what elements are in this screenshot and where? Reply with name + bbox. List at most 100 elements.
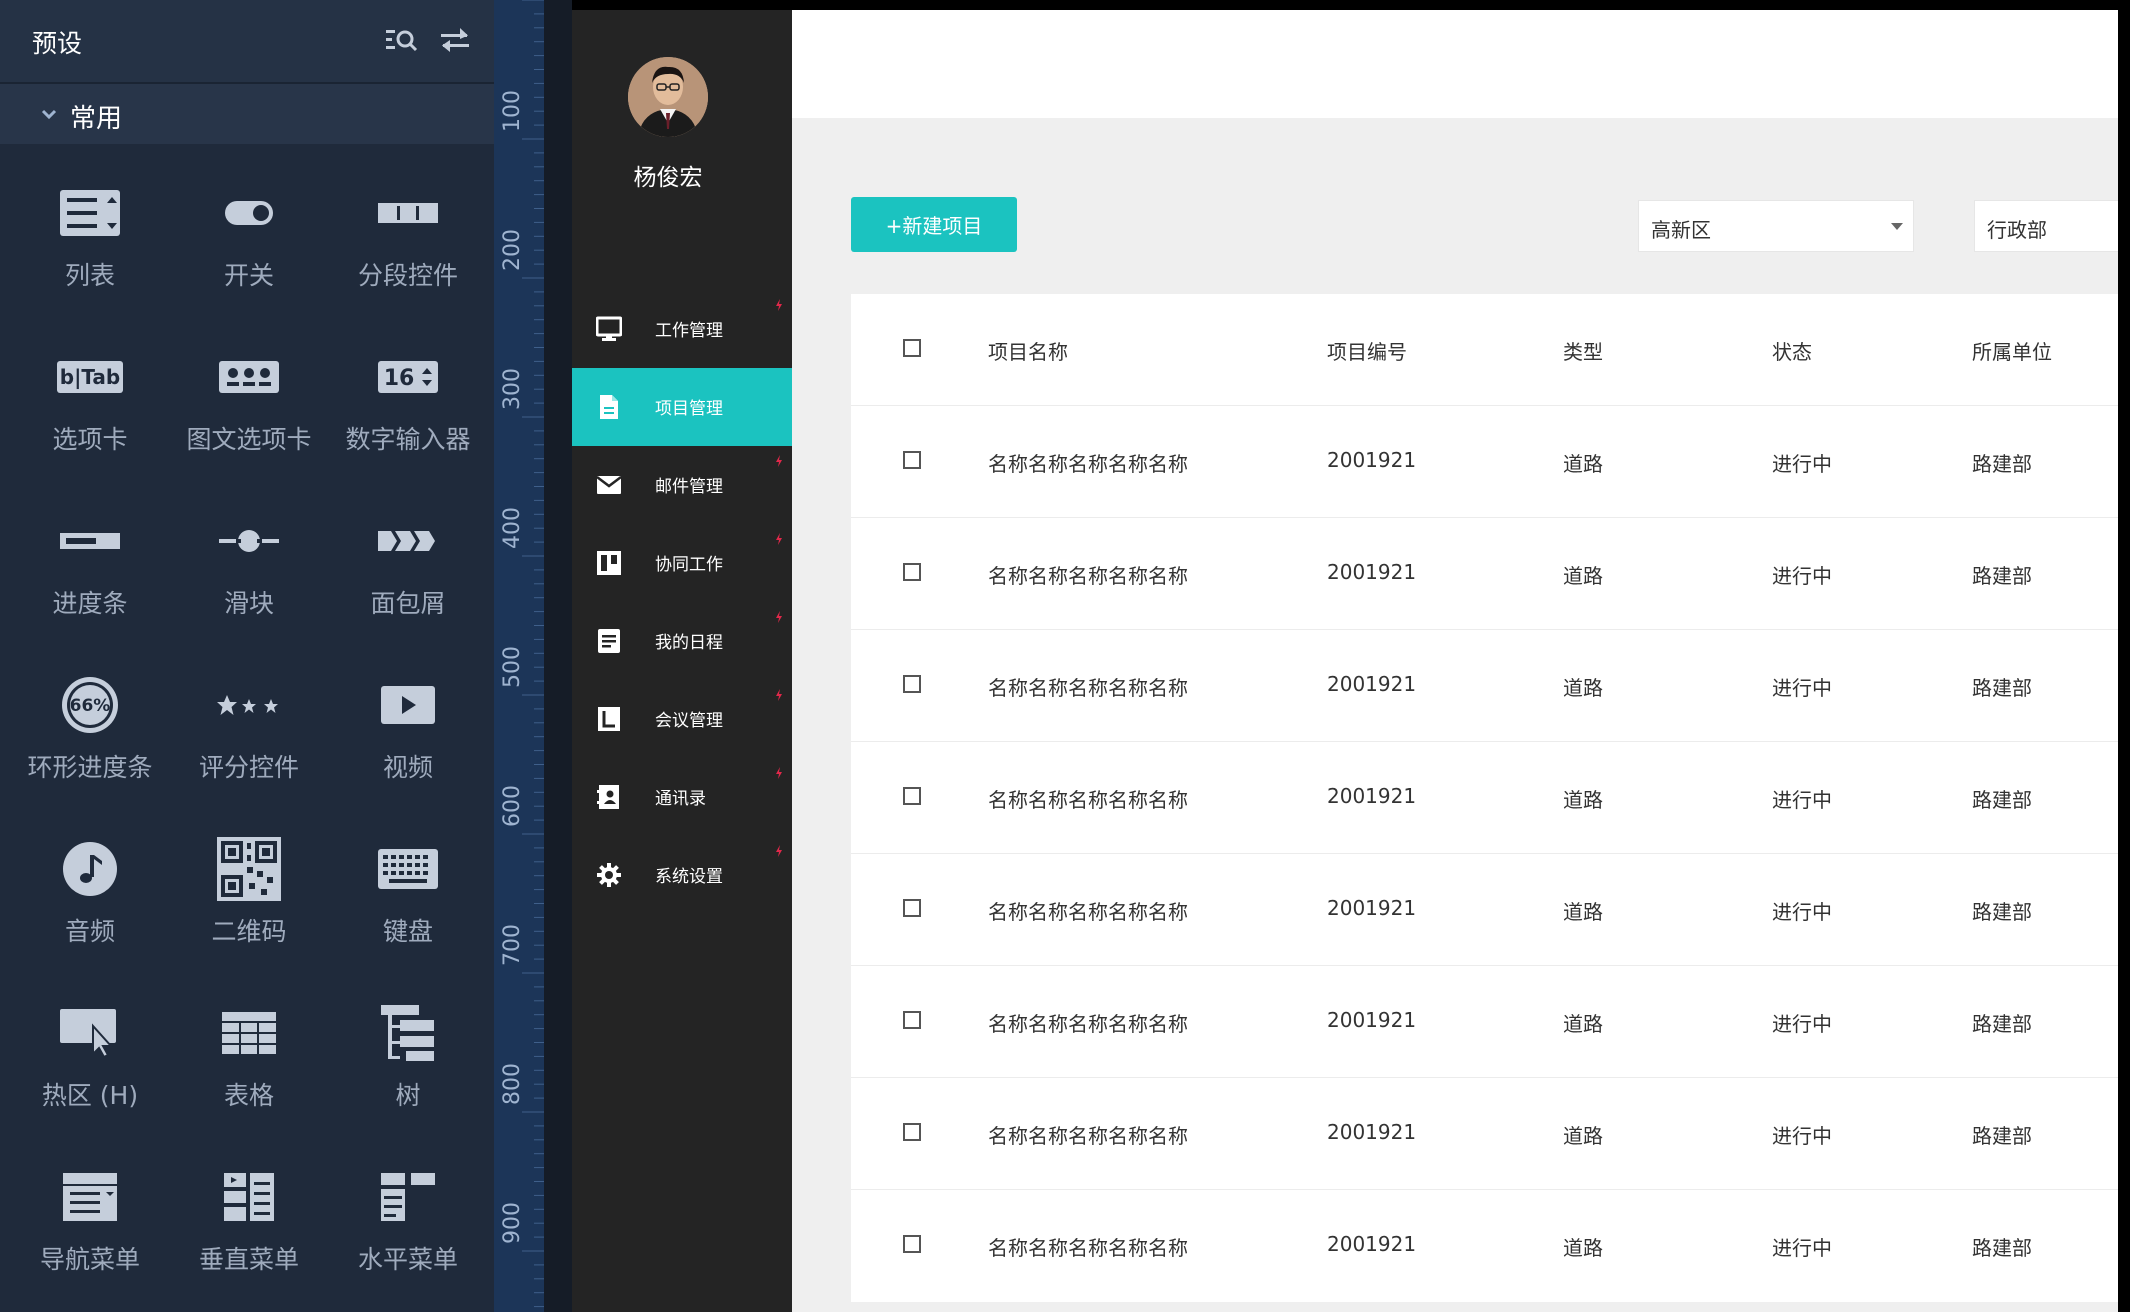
department-select[interactable]: 行政部: [1974, 200, 2118, 252]
widget-hotspot[interactable]: 热区 (H): [10, 980, 170, 1130]
widget-label: 键盘: [382, 917, 433, 946]
district-select[interactable]: 高新区: [1638, 200, 1914, 252]
widget-ring-progress[interactable]: 66% 环形进度条: [10, 652, 170, 802]
table-row[interactable]: 名称名称名称名称名称 2001921 道路 进行中 路建部: [851, 742, 2118, 854]
cell-code: 2001921: [1327, 1008, 1417, 1032]
sidebar-item-label: 系统设置: [655, 867, 723, 887]
group-header[interactable]: 常用: [0, 84, 494, 144]
widget-breadcrumb[interactable]: 面包屑: [328, 488, 488, 638]
widget-keyboard[interactable]: 键盘: [328, 816, 488, 966]
row-checkbox[interactable]: [903, 1235, 921, 1253]
ruler-label: 400: [500, 507, 525, 549]
preset-title: 预设: [32, 29, 83, 58]
cell-unit: 路建部: [1972, 1124, 2032, 1148]
number-input-icon: 16: [368, 342, 448, 412]
widget-segmented[interactable]: 分段控件: [328, 160, 488, 310]
table-row[interactable]: 名称名称名称名称名称 2001921 道路 进行中 路建部: [851, 630, 2118, 742]
widget-vertical-menu[interactable]: 垂直菜单: [169, 1144, 329, 1294]
cell-status: 进行中: [1772, 452, 1832, 476]
widget-table[interactable]: 表格: [169, 980, 329, 1130]
widget-label: 面包屑: [370, 589, 446, 618]
cell-name: 名称名称名称名称名称: [988, 788, 1188, 812]
row-checkbox[interactable]: [903, 675, 921, 693]
table-row[interactable]: 名称名称名称名称名称 2001921 道路 进行中 路建部: [851, 406, 2118, 518]
row-checkbox[interactable]: [903, 563, 921, 581]
new-project-button[interactable]: +新建项目: [851, 197, 1017, 252]
select-all-checkbox[interactable]: [903, 339, 921, 357]
sidebar-item-settings[interactable]: 系统设置: [572, 836, 792, 914]
widget-video[interactable]: 视频: [328, 652, 488, 802]
row-checkbox[interactable]: [903, 787, 921, 805]
hotspot-icon: [50, 998, 130, 1068]
mail-icon: [596, 472, 622, 498]
widget-label: 树: [395, 1081, 421, 1110]
search-list-icon[interactable]: [385, 26, 419, 56]
sidebar-item-schedule[interactable]: 我的日程: [572, 602, 792, 680]
table-row[interactable]: 名称名称名称名称名称 2001921 道路 进行中 路建部: [851, 1190, 2118, 1302]
gear-icon: [596, 862, 622, 888]
widget-tree[interactable]: 树: [328, 980, 488, 1130]
widget-progress-bar[interactable]: 进度条: [10, 488, 170, 638]
row-checkbox[interactable]: [903, 1123, 921, 1141]
group-title: 常用: [70, 104, 123, 134]
widget-nav-menu[interactable]: 导航菜单: [10, 1144, 170, 1294]
sidebar-item-meeting[interactable]: 会议管理: [572, 680, 792, 758]
widget-tab[interactable]: b|Tab 选项卡: [10, 324, 170, 474]
sidebar-item-label: 通讯录: [655, 789, 706, 809]
widget-list[interactable]: 列表: [10, 160, 170, 310]
preset-header: 预设: [0, 0, 494, 84]
widget-qrcode[interactable]: 二维码: [169, 816, 329, 966]
table-row[interactable]: 名称名称名称名称名称 2001921 道路 进行中 路建部: [851, 854, 2118, 966]
cell-unit: 路建部: [1972, 900, 2032, 924]
swap-icon[interactable]: [438, 26, 472, 56]
meeting-icon: [596, 706, 622, 732]
ruler-label: 800: [500, 1063, 525, 1105]
cell-status: 进行中: [1772, 1012, 1832, 1036]
sidebar-item-work[interactable]: 工作管理: [572, 290, 792, 368]
column-header: 所属单位: [1972, 340, 2052, 364]
ruler-label: 100: [500, 90, 525, 132]
ruler-gutter: [544, 0, 572, 1312]
row-checkbox[interactable]: [903, 451, 921, 469]
department-select-value: 行政部: [1987, 218, 2047, 242]
preset-panel: 预设 常用 列表 开关 分段控件 b|Tab 选项卡 图文选项卡 16 数字输入…: [0, 0, 494, 1312]
widget-horizontal-menu[interactable]: 水平菜单: [328, 1144, 488, 1294]
sidebar-item-mail[interactable]: 邮件管理: [572, 446, 792, 524]
widget-audio[interactable]: 音频: [10, 816, 170, 966]
table-header-row: 项目名称 项目编号 类型 状态 所属单位: [851, 294, 2118, 406]
widget-number-input[interactable]: 16 数字输入器: [328, 324, 488, 474]
cell-code: 2001921: [1327, 1232, 1417, 1256]
column-header: 项目名称: [988, 340, 1068, 364]
sidebar-item-contacts[interactable]: 通讯录: [572, 758, 792, 836]
row-checkbox[interactable]: [903, 1011, 921, 1029]
widget-toggle[interactable]: 开关: [169, 160, 329, 310]
table-row[interactable]: 名称名称名称名称名称 2001921 道路 进行中 路建部: [851, 1078, 2118, 1190]
widget-slider[interactable]: 滑块: [169, 488, 329, 638]
user-name: 杨俊宏: [633, 165, 703, 191]
cell-status: 进行中: [1772, 900, 1832, 924]
column-header: 项目编号: [1327, 340, 1407, 364]
project-table: 项目名称 项目编号 类型 状态 所属单位 名称名称名称名称名称 2001921 …: [851, 294, 2118, 1302]
table-row[interactable]: 名称名称名称名称名称 2001921 道路 进行中 路建部: [851, 518, 2118, 630]
svg-text:16: 16: [384, 366, 415, 391]
widget-image-tab[interactable]: 图文选项卡: [169, 324, 329, 474]
table-row[interactable]: 名称名称名称名称名称 2001921 道路 进行中 路建部: [851, 966, 2118, 1078]
monitor-icon: [595, 316, 623, 342]
ruler-label: 200: [500, 229, 525, 271]
cell-status: 进行中: [1772, 788, 1832, 812]
slider-icon: [209, 506, 289, 576]
cell-name: 名称名称名称名称名称: [988, 564, 1188, 588]
ruler-label: 300: [500, 368, 525, 410]
ruler-label: 600: [500, 785, 525, 827]
cell-type: 道路: [1563, 1124, 1603, 1148]
avatar[interactable]: [628, 57, 708, 137]
ruler-label: 500: [500, 646, 525, 688]
cell-name: 名称名称名称名称名称: [988, 452, 1188, 476]
sidebar-item-collab[interactable]: 协同工作: [572, 524, 792, 602]
video-icon: [368, 670, 448, 740]
row-checkbox[interactable]: [903, 899, 921, 917]
vertical-menu-icon: [209, 1162, 289, 1232]
sidebar-item-project[interactable]: 项目管理: [572, 368, 792, 446]
widget-rating[interactable]: 评分控件: [169, 652, 329, 802]
keyboard-icon: [368, 834, 448, 904]
